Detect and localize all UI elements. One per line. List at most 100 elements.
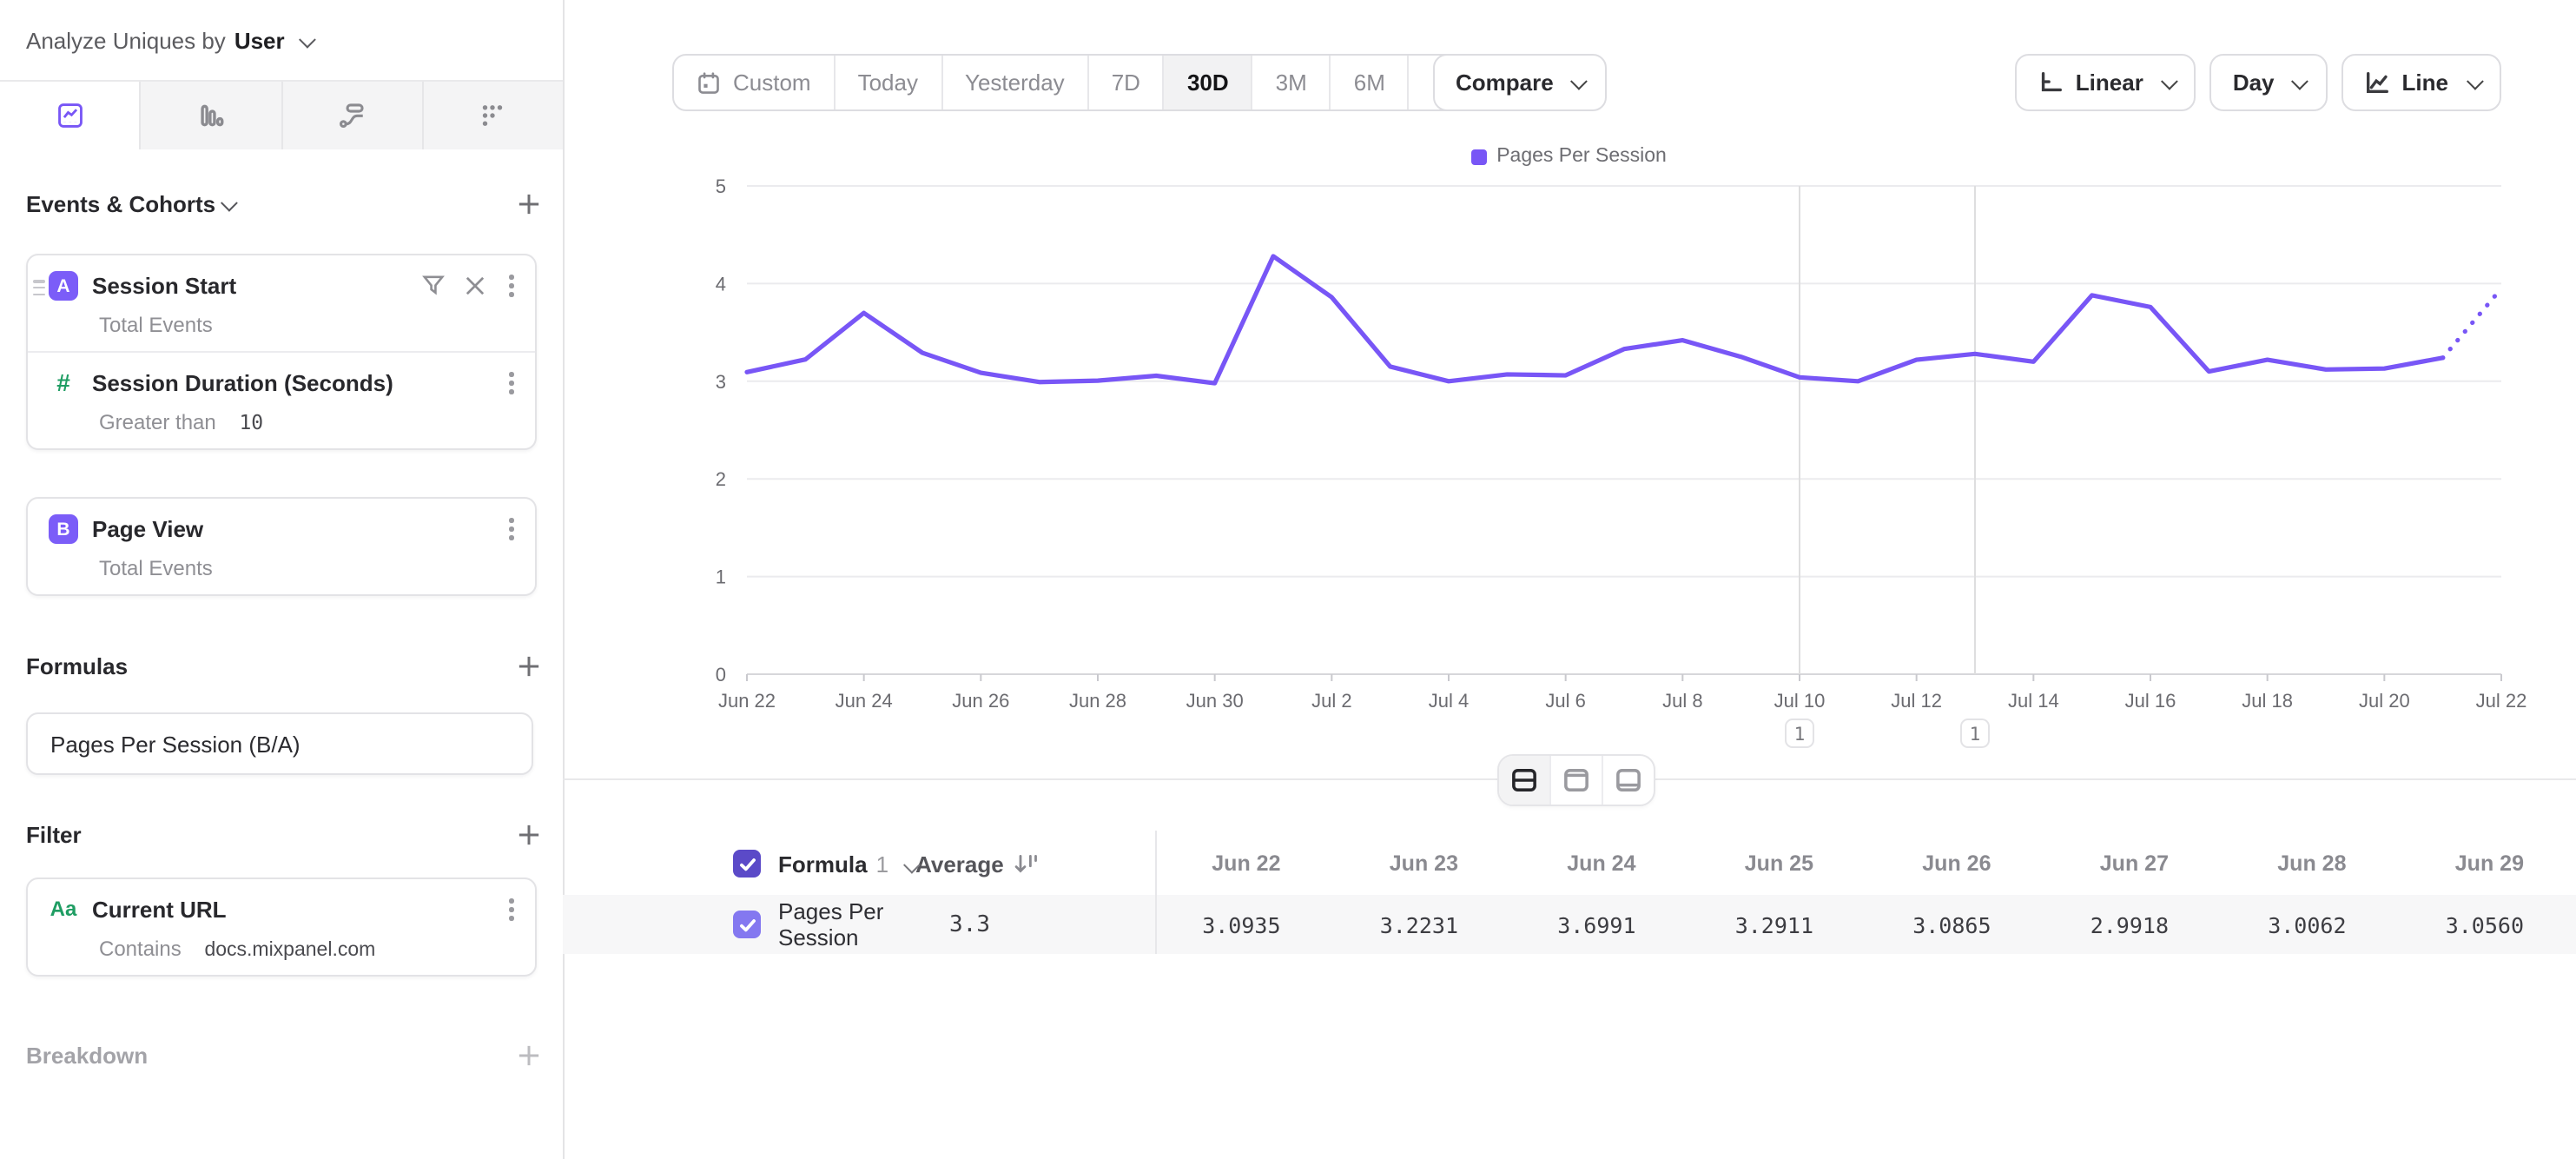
more-options-icon[interactable] — [506, 514, 518, 543]
insights-chart-icon — [55, 101, 84, 130]
table-header-row: Formula 1 Average Jun 22Jun 23Jun 24Jun … — [563, 834, 2576, 893]
date-column-header[interactable]: Jun 24 — [1510, 851, 1688, 876]
annotation-badge[interactable]: 1 — [1961, 719, 1989, 747]
event-a-card[interactable]: A Session Start Total Events — [26, 254, 537, 449]
more-options-icon[interactable] — [506, 368, 518, 397]
event-name[interactable]: Page View — [92, 516, 203, 542]
date-column-header[interactable]: Jun 27 — [2044, 851, 2222, 876]
svg-text:Jul 8: Jul 8 — [1662, 690, 1702, 712]
range-today[interactable]: Today — [836, 56, 942, 109]
svg-text:2: 2 — [716, 468, 726, 490]
analyze-value-dropdown[interactable]: User — [234, 27, 285, 53]
event-b-card[interactable]: B Page View Total Events — [26, 497, 537, 596]
line-chart-icon — [2364, 70, 2390, 96]
tab-insights[interactable] — [0, 82, 142, 149]
filter-property-name[interactable]: Current URL — [92, 897, 227, 923]
tab-funnels[interactable] — [142, 82, 283, 149]
range-custom[interactable]: Custom — [674, 56, 836, 109]
svg-text:Jun 30: Jun 30 — [1186, 690, 1244, 712]
table-date-values: 3.09353.22313.69913.29113.08652.99183.00… — [1155, 911, 2576, 937]
formula-column-header[interactable]: Formula 1 — [778, 851, 915, 877]
svg-text:1: 1 — [1794, 724, 1806, 745]
cell-value: 3.6991 — [1510, 911, 1688, 937]
query-sidebar: Analyze Uniques by User — [0, 0, 565, 1159]
property-filter[interactable]: Greater than 10 — [99, 409, 518, 434]
svg-text:Jun 26: Jun 26 — [952, 690, 1009, 712]
chevron-down-icon — [221, 195, 237, 210]
svg-text:1: 1 — [716, 566, 726, 588]
cell-value: 3.0865 — [1866, 911, 2044, 937]
row-average-value: 3.3 — [949, 911, 1155, 937]
drag-handle-icon[interactable] — [33, 280, 45, 295]
date-column-header[interactable]: Jun 23 — [1333, 851, 1511, 876]
more-options-icon[interactable] — [506, 895, 518, 924]
formula-name[interactable]: Pages Per Session (B/A) — [50, 731, 301, 757]
date-column-header[interactable]: Jun 25 — [1688, 851, 1866, 876]
range-3m[interactable]: 3M — [1253, 56, 1331, 109]
more-options-icon[interactable] — [506, 271, 518, 300]
svg-text:Jul 22: Jul 22 — [2476, 690, 2527, 712]
analyze-label: Analyze Uniques by — [26, 27, 226, 53]
funnels-bars-icon — [196, 101, 226, 130]
filter-condition[interactable]: Contains docs.mixpanel.com — [99, 936, 518, 960]
view-toggle-group — [1497, 754, 1655, 806]
formula-card[interactable]: Pages Per Session (B/A) — [26, 712, 533, 775]
string-property-icon: Aa — [49, 897, 78, 922]
chevron-down-icon — [299, 30, 314, 46]
split-view-toggle[interactable] — [1499, 756, 1551, 805]
chart-only-toggle[interactable] — [1551, 756, 1603, 805]
remove-event-icon[interactable] — [466, 276, 485, 295]
svg-text:Jun 28: Jun 28 — [1069, 690, 1126, 712]
range-6m[interactable]: 6M — [1331, 56, 1410, 109]
flows-icon — [337, 101, 367, 130]
filter-funnel-icon[interactable] — [423, 275, 446, 297]
event-aggregation[interactable]: Total Events — [99, 313, 518, 337]
granularity-dropdown[interactable]: Day — [2210, 54, 2328, 111]
svg-text:Jun 22: Jun 22 — [718, 690, 776, 712]
table-only-icon — [1615, 768, 1641, 792]
table-row[interactable]: Pages Per Session 3.3 3.09353.22313.6991… — [563, 895, 2576, 954]
svg-text:1: 1 — [1970, 724, 1981, 745]
line-chart[interactable]: 012345Jun 22Jun 24Jun 26Jun 28Jun 30Jul … — [561, 156, 2576, 768]
compare-button[interactable]: Compare — [1433, 54, 1607, 111]
date-column-header[interactable]: Jun 28 — [2221, 851, 2399, 876]
event-name[interactable]: Session Start — [92, 273, 236, 299]
date-range-group: CustomTodayYesterday7D30D3M6M12M — [672, 54, 1501, 111]
range-7d[interactable]: 7D — [1089, 56, 1165, 109]
svg-text:Jul 6: Jul 6 — [1545, 690, 1585, 712]
filter-card[interactable]: Aa Current URL Contains docs.mixpanel.co… — [26, 878, 537, 976]
filter-title: Filter — [26, 822, 82, 848]
annotation-badge[interactable]: 1 — [1786, 719, 1813, 747]
table-column-divider — [1155, 831, 1157, 954]
breakdown-title: Breakdown — [26, 1043, 148, 1069]
svg-text:Jul 20: Jul 20 — [2359, 690, 2410, 712]
cell-value: 3.0935 — [1155, 911, 1333, 937]
chart-type-dropdown[interactable]: Line — [2342, 54, 2501, 111]
select-all-checkbox[interactable] — [733, 850, 761, 878]
add-filter-button[interactable] — [518, 824, 540, 846]
svg-text:4: 4 — [716, 273, 726, 295]
range-yesterday[interactable]: Yesterday — [942, 56, 1089, 109]
date-column-header[interactable]: Jun 22 — [1155, 851, 1333, 876]
event-aggregation[interactable]: Total Events — [99, 556, 518, 580]
svg-text:0: 0 — [716, 664, 726, 685]
table-only-toggle[interactable] — [1603, 756, 1654, 805]
range-30d[interactable]: 30D — [1165, 56, 1253, 109]
report-type-tabs — [0, 82, 563, 149]
scale-dropdown[interactable]: Linear — [2015, 54, 2196, 111]
events-cohorts-title[interactable]: Events & Cohorts — [26, 191, 215, 217]
svg-text:3: 3 — [716, 371, 726, 393]
date-column-header[interactable]: Jun 29 — [2399, 851, 2576, 876]
add-event-button[interactable] — [518, 193, 540, 215]
row-checkbox[interactable] — [733, 911, 761, 938]
tab-retention[interactable] — [424, 82, 564, 149]
property-name[interactable]: Session Duration (Seconds) — [92, 370, 393, 396]
add-breakdown-button[interactable] — [518, 1044, 540, 1067]
svg-text:Jul 12: Jul 12 — [1891, 690, 1942, 712]
cell-value: 2.9918 — [2044, 911, 2222, 937]
add-formula-button[interactable] — [518, 655, 540, 678]
date-column-header[interactable]: Jun 26 — [1866, 851, 2044, 876]
tab-flows[interactable] — [282, 82, 424, 149]
calendar-icon — [697, 70, 721, 95]
insights-report: Analyze Uniques by User — [0, 0, 2576, 1159]
